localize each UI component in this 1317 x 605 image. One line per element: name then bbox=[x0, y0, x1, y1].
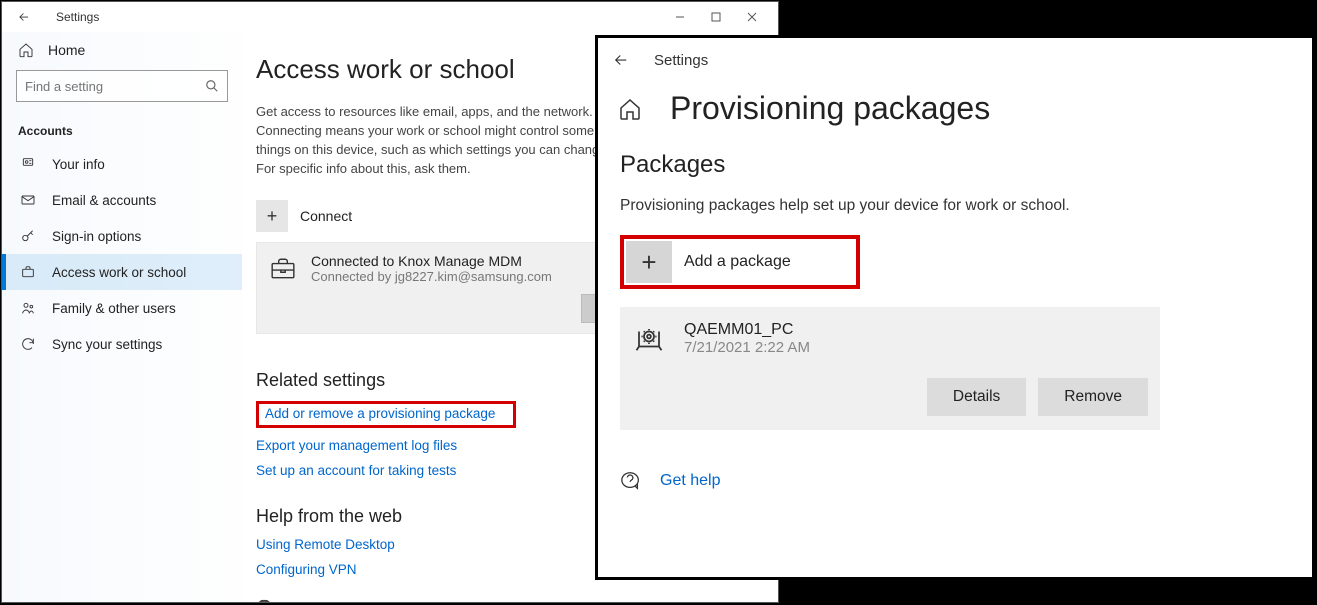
titlebar: Settings bbox=[598, 38, 1312, 82]
settings-window-provisioning: Settings Provisioning packages Packages … bbox=[595, 35, 1315, 580]
link-get-help[interactable]: Get help bbox=[660, 472, 720, 490]
nav-label: Your info bbox=[52, 157, 105, 172]
nav-label: Sign-in options bbox=[52, 229, 141, 244]
page-description: Get access to resources like email, apps… bbox=[256, 103, 616, 178]
nav-signin-options[interactable]: Sign-in options bbox=[2, 218, 242, 254]
nav-label: Sync your settings bbox=[52, 337, 162, 352]
nav-family-users[interactable]: Family & other users bbox=[2, 290, 242, 326]
titlebar: Settings bbox=[2, 2, 778, 32]
search-icon bbox=[205, 79, 219, 93]
link-get-help[interactable]: Get help bbox=[288, 601, 339, 602]
search-input[interactable] bbox=[25, 79, 205, 94]
page-title: Provisioning packages bbox=[670, 90, 990, 127]
category-label: Accounts bbox=[2, 116, 242, 146]
plus-icon: + bbox=[626, 241, 672, 283]
connection-title: Connected to Knox Manage MDM bbox=[311, 253, 552, 269]
window-title: Settings bbox=[56, 10, 99, 24]
package-date: 7/21/2021 2:22 AM bbox=[684, 339, 810, 356]
remove-button[interactable]: Remove bbox=[1038, 378, 1148, 416]
home-label: Home bbox=[48, 42, 85, 58]
package-card[interactable]: QAEMM01_PC 7/21/2021 2:22 AM Details Rem… bbox=[620, 307, 1160, 430]
sync-icon bbox=[20, 336, 38, 352]
add-package-button[interactable]: + Add a package bbox=[626, 241, 854, 283]
help-icon bbox=[256, 599, 274, 602]
mail-icon bbox=[20, 192, 38, 208]
briefcase-icon bbox=[267, 255, 299, 283]
back-button[interactable] bbox=[10, 3, 38, 31]
nav-sync-settings[interactable]: Sync your settings bbox=[2, 326, 242, 362]
nav-label: Email & accounts bbox=[52, 193, 156, 208]
nav-label: Family & other users bbox=[52, 301, 176, 316]
back-button[interactable] bbox=[612, 51, 630, 69]
add-package-label: Add a package bbox=[684, 253, 791, 271]
nav-label: Access work or school bbox=[52, 265, 186, 280]
help-icon bbox=[620, 470, 642, 492]
home-nav[interactable]: Home bbox=[2, 32, 242, 68]
close-button[interactable] bbox=[734, 3, 770, 31]
nav-your-info[interactable]: Your info bbox=[2, 146, 242, 182]
sidebar: Home Accounts Your info Email & account bbox=[2, 32, 242, 602]
package-icon bbox=[634, 324, 668, 354]
person-icon bbox=[20, 156, 38, 172]
key-icon bbox=[20, 228, 38, 244]
details-button[interactable]: Details bbox=[927, 378, 1026, 416]
home-icon[interactable] bbox=[618, 97, 642, 121]
connection-subtitle: Connected by jg8227.kim@samsung.com bbox=[311, 269, 552, 284]
connect-label: Connect bbox=[300, 208, 352, 224]
highlight-box: Add or remove a provisioning package bbox=[256, 401, 516, 428]
nav-email-accounts[interactable]: Email & accounts bbox=[2, 182, 242, 218]
maximize-button[interactable] bbox=[698, 3, 734, 31]
highlight-box: + Add a package bbox=[620, 235, 860, 289]
search-box[interactable] bbox=[16, 70, 228, 102]
home-icon bbox=[18, 42, 34, 58]
window-title: Settings bbox=[654, 52, 708, 69]
packages-description: Provisioning packages help set up your d… bbox=[598, 197, 1312, 235]
minimize-button[interactable] bbox=[662, 3, 698, 31]
package-name: QAEMM01_PC bbox=[684, 321, 810, 339]
link-provisioning-package[interactable]: Add or remove a provisioning package bbox=[265, 406, 507, 421]
family-icon bbox=[20, 300, 38, 316]
briefcase-icon bbox=[20, 264, 38, 280]
packages-heading: Packages bbox=[598, 151, 1312, 197]
nav-access-work-school[interactable]: Access work or school bbox=[2, 254, 242, 290]
plus-icon: + bbox=[256, 200, 288, 232]
